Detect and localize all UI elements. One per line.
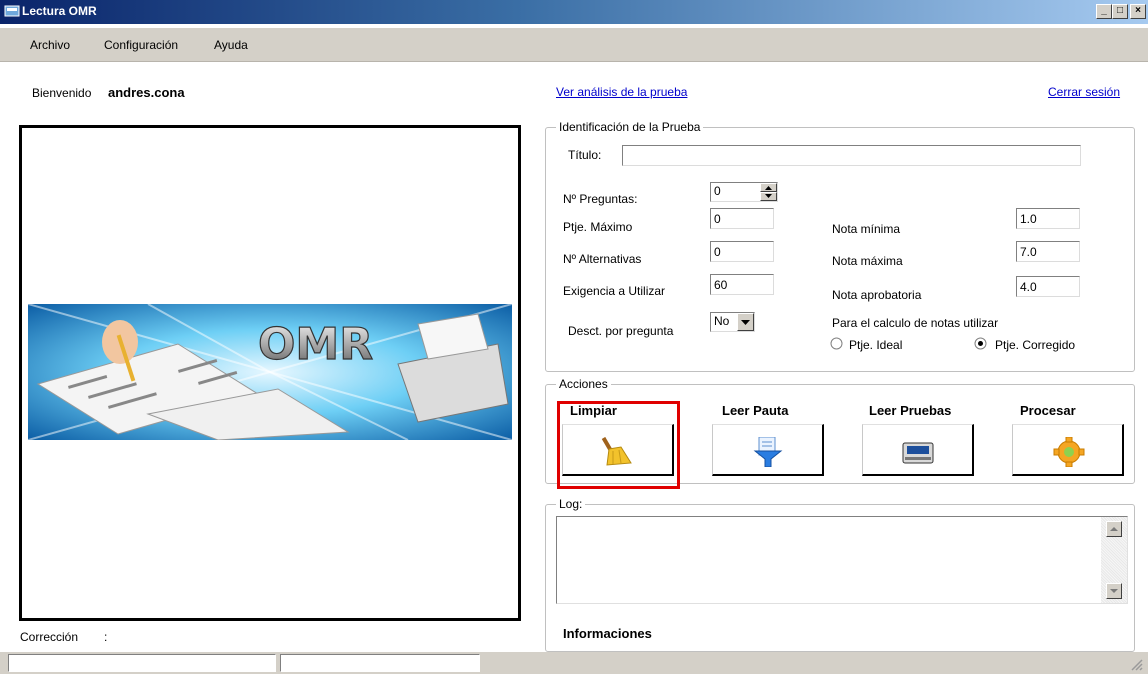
menu-archivo[interactable]: Archivo [30,38,70,52]
title-bar: Lectura OMR _ □ × [0,0,1148,24]
log-legend: Log: [556,497,586,511]
image-panel: OMR [19,125,521,621]
window-title: Lectura OMR [22,4,97,18]
radio-corrected-label: Ptje. Corregido [995,338,1076,352]
status-bar [0,652,1148,674]
requirement-input[interactable] [710,274,774,295]
omr-banner-text: OMR [258,319,373,370]
actions-legend: Acciones [556,377,611,391]
max-grade-input[interactable] [1016,241,1080,262]
info-label: Informaciones [563,626,652,641]
menu-ayuda[interactable]: Ayuda [214,38,248,52]
max-grade-label: Nota máxima [832,254,903,268]
calc-label: Para el calculo de notas utilizar [832,316,999,330]
welcome-label: Bienvenido [32,86,92,100]
num-alternatives-input[interactable] [710,241,774,262]
log-scrollbar[interactable] [1101,517,1127,603]
radio-corrected[interactable] [974,337,987,350]
status-panel-2 [280,654,480,672]
arrow-up-icon [1110,527,1118,531]
identification-legend: Identificación de la Prueba [556,120,704,134]
gear-icon [1053,437,1085,467]
menu-bar: Archivo Configuración Ayuda [0,28,1148,62]
min-grade-label: Nota mínima [832,222,901,236]
scroll-down-button[interactable] [1106,583,1122,599]
resize-grip-icon[interactable] [1128,656,1144,672]
analysis-link[interactable]: Ver análisis de la prueba [556,85,687,99]
arrow-down-icon [1110,589,1118,593]
num-alternatives-label: Nº Alternativas [563,252,642,266]
log-textarea[interactable] [556,516,1128,604]
discount-dropdown-button[interactable] [737,313,754,331]
max-score-label: Ptje. Máximo [563,220,633,234]
minimize-button[interactable]: _ [1096,4,1112,19]
pass-grade-label: Nota aprobatoria [832,288,922,302]
read-tests-label: Leer Pruebas [869,403,952,418]
correction-label: Corrección [20,630,79,644]
app-icon [4,5,20,17]
process-button[interactable] [1012,424,1124,476]
read-tests-button[interactable] [862,424,974,476]
read-key-label: Leer Pauta [722,403,789,418]
title-input[interactable] [622,145,1081,166]
scroll-up-button[interactable] [1106,521,1122,537]
stepper-arrows-icon [765,186,772,198]
maximize-button[interactable]: □ [1112,4,1128,19]
num-questions-label: Nº Preguntas: [563,192,638,206]
pass-grade-input[interactable] [1016,276,1080,297]
discount-value: No [714,314,730,328]
num-questions-value: 0 [714,184,721,198]
radio-ideal[interactable] [830,337,843,350]
status-panel-1 [8,654,276,672]
document-funnel-icon [753,437,783,467]
process-label: Procesar [1020,403,1076,418]
menu-configuracion[interactable]: Configuración [104,38,178,52]
close-button[interactable]: × [1130,4,1146,19]
radio-ideal-label: Ptje. Ideal [849,338,903,352]
omr-banner-image: OMR [28,304,512,440]
highlight-box [557,401,680,489]
min-grade-input[interactable] [1016,208,1080,229]
scanner-icon [902,442,934,464]
chevron-down-icon [741,320,750,325]
read-key-button[interactable] [712,424,824,476]
requirement-label: Exigencia a Utilizar [563,284,666,298]
discount-label: Desct. por pregunta [568,324,674,338]
title-label: Título: [568,148,602,162]
max-score-input[interactable] [710,208,774,229]
correction-colon: : [104,630,108,644]
logout-link[interactable]: Cerrar sesión [1048,85,1120,99]
username: andres.cona [108,85,185,100]
